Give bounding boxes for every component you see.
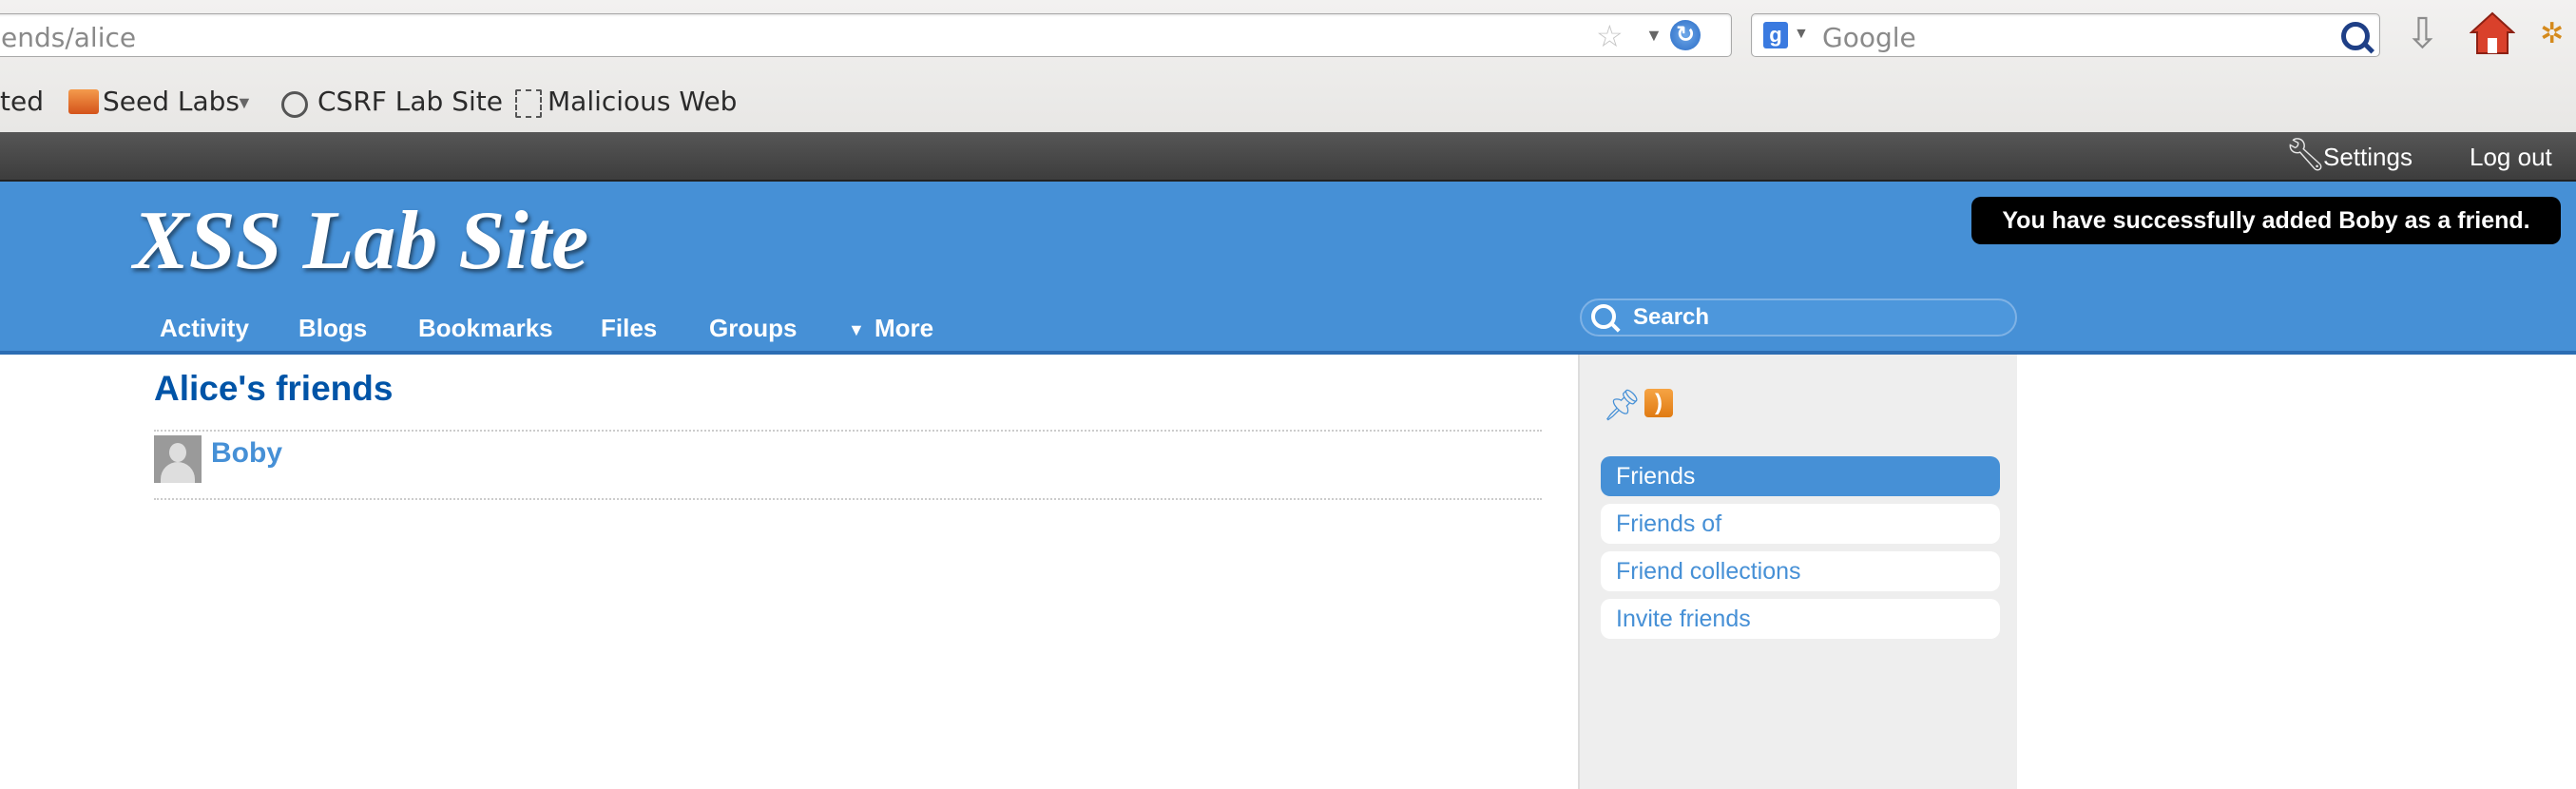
folder-icon	[68, 89, 99, 114]
sidebar-item-invite-friends[interactable]: Invite friends	[1601, 599, 2000, 639]
star-icon[interactable]: ☆	[1596, 18, 1624, 54]
nav-groups[interactable]: Groups	[709, 314, 797, 343]
system-message[interactable]: You have successfully added Boby as a fr…	[1971, 197, 2561, 244]
site-icon	[281, 91, 308, 118]
download-icon[interactable]: ⇩	[2405, 10, 2440, 58]
bookmark-partial[interactable]: ted	[0, 86, 44, 117]
bookmark-seed-labs[interactable]: Seed Labs	[103, 86, 240, 117]
magnifier-icon[interactable]	[2341, 22, 2370, 50]
engine-dropdown-icon[interactable]: ▼	[1794, 26, 1809, 43]
divider	[154, 430, 1542, 432]
page-title: Alice's friends	[154, 369, 394, 408]
home-icon[interactable]	[2470, 11, 2515, 55]
browser-search-placeholder[interactable]: Google	[1822, 22, 1916, 53]
sidebar-item-friends[interactable]: Friends	[1601, 456, 2000, 496]
addon-icon[interactable]: ✲	[2540, 17, 2564, 50]
sidebar-item-friend-collections[interactable]: Friend collections	[1601, 551, 2000, 591]
nav-more[interactable]: More	[875, 314, 933, 343]
reload-icon[interactable]: ↻	[1670, 20, 1701, 50]
divider	[154, 498, 1542, 500]
avatar[interactable]	[154, 435, 202, 483]
chevron-down-icon[interactable]: ▼	[236, 93, 253, 113]
site-topbar: 🔧︎ Settings Log out	[0, 132, 2576, 182]
wrench-icon[interactable]: 🔧︎	[2285, 136, 2326, 174]
sidebar: 📌︎ ) Friends Friends of Friend collectio…	[1578, 355, 2017, 789]
bookmark-malicious-web[interactable]: Malicious Web	[548, 86, 737, 117]
url-dropdown-icon[interactable]: ▼	[1645, 26, 1663, 46]
google-icon[interactable]: g	[1763, 22, 1788, 48]
bookmarks-bar: ted Seed Labs ▼ CSRF Lab Site Malicious …	[0, 80, 2576, 125]
url-bar[interactable]: ends/alice ☆ ▼ ↻	[0, 13, 1732, 57]
site-header: XSS Lab Site Activity Blogs Bookmarks Fi…	[0, 182, 2576, 355]
logout-link[interactable]: Log out	[2470, 143, 2552, 172]
site-search-placeholder[interactable]: Search	[1633, 304, 1709, 331]
url-text[interactable]: ends/alice	[1, 22, 136, 53]
nav-blogs[interactable]: Blogs	[298, 314, 367, 343]
more-caret-icon[interactable]: ▼	[848, 320, 865, 340]
nav-activity[interactable]: Activity	[160, 314, 249, 343]
nav-files[interactable]: Files	[601, 314, 657, 343]
browser-search-box[interactable]: g ▼ Google	[1751, 13, 2380, 57]
settings-link[interactable]: Settings	[2323, 143, 2413, 172]
search-icon	[1591, 304, 1616, 329]
avatar-head	[169, 443, 186, 462]
avatar-body	[161, 462, 195, 483]
page-icon	[515, 89, 542, 118]
pin-icon[interactable]: 📌︎	[1603, 387, 1642, 423]
nav-bookmarks[interactable]: Bookmarks	[418, 314, 553, 343]
site-title[interactable]: XSS Lab Site	[133, 193, 588, 289]
site-search-input[interactable]: Search	[1580, 298, 2017, 337]
rss-icon[interactable]: )	[1644, 389, 1673, 417]
sidebar-item-friends-of[interactable]: Friends of	[1601, 504, 2000, 544]
browser-chrome: ends/alice ☆ ▼ ↻ g ▼ Google ⇩ ✲ ted Seed…	[0, 0, 2576, 132]
bookmark-csrf-lab-site[interactable]: CSRF Lab Site	[317, 86, 503, 117]
friend-link[interactable]: Boby	[211, 437, 282, 470]
